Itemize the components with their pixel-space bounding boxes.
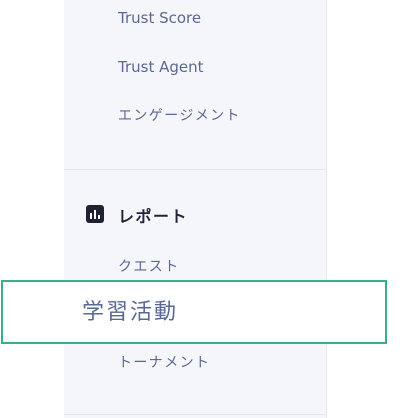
sidebar-item-trust-agent[interactable]: Trust Agent — [118, 58, 204, 76]
sidebar-item-tournament[interactable]: トーナメント — [118, 352, 210, 372]
sidebar-item-trust-score[interactable]: Trust Score — [118, 9, 201, 27]
sidebar-item-learning-activity-label: 学習活動 — [82, 300, 179, 325]
sidebar-item-learning-activity[interactable]: 学習活動 — [1, 280, 387, 344]
sidebar-border — [326, 0, 327, 418]
bar-chart-icon — [86, 205, 104, 223]
sidebar-item-engagement[interactable]: エンゲージメント — [118, 105, 241, 125]
sidebar-item-quest[interactable]: クエスト — [118, 256, 180, 276]
bottom-divider — [64, 414, 326, 415]
section-divider — [64, 169, 326, 170]
section-title-report: レポート — [118, 207, 189, 226]
